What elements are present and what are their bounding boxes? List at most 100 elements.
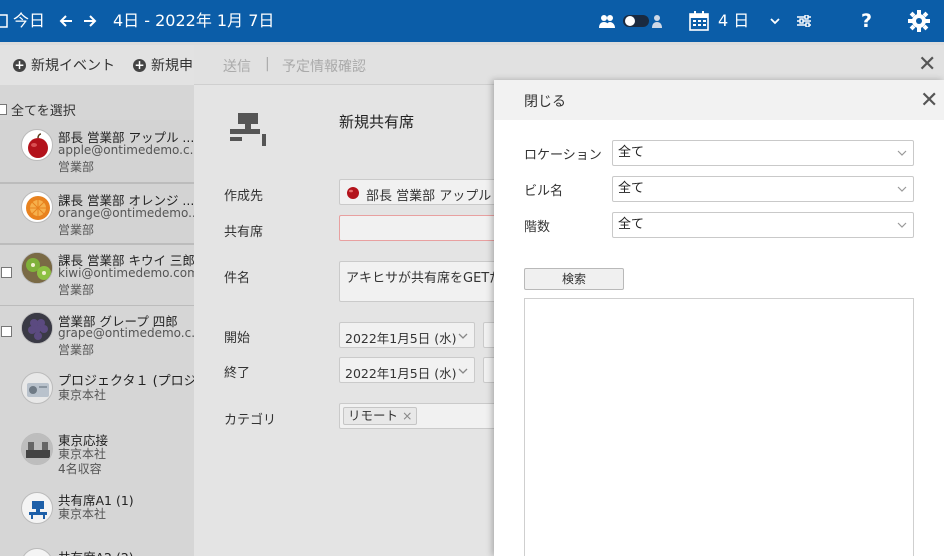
view-toggle-switch[interactable] <box>621 0 651 42</box>
checkbox[interactable] <box>1 267 12 278</box>
resource-email: orange@ontimedemo... <box>58 206 200 220</box>
category-label: カテゴリ <box>224 413 277 428</box>
shared-desk-avatar-icon <box>21 548 53 556</box>
end-date-select[interactable]: 2022年1月5日 (水) <box>339 357 475 383</box>
top-bar: 今日 4日 - 2022年 1月 7日 4 日 ? <box>0 0 944 42</box>
checkbox[interactable] <box>0 104 7 115</box>
subject-label: 件名 <box>224 271 251 286</box>
resource-location: 東京本社 <box>58 388 107 402</box>
confirm-info-button[interactable]: 予定情報確認 <box>282 56 366 76</box>
resource-dept: 営業部 <box>58 283 95 297</box>
close-panel-link[interactable]: 閉じる <box>524 91 566 111</box>
meeting-room-avatar-icon <box>21 433 53 465</box>
next-arrow-icon[interactable] <box>80 0 100 42</box>
gear-icon[interactable] <box>906 0 932 42</box>
location-label: ロケーション <box>524 148 602 163</box>
projector-avatar-icon <box>21 372 53 404</box>
category-tag: リモート × <box>343 407 418 425</box>
chevron-down-icon <box>897 141 907 174</box>
left-toolbar: + 新規イベント + 新規申 <box>0 45 200 85</box>
form-title: 新規共有席 <box>339 113 415 131</box>
search-results-list <box>524 298 914 556</box>
list-item[interactable]: 共有席A1 (1) 東京本社 <box>0 484 200 540</box>
date-range-title: 4日 - 2022年 1月 7日 <box>113 11 275 30</box>
start-date-value: 2022年1月5日 (水) <box>345 331 457 346</box>
new-request-label: 新規申 <box>151 58 193 74</box>
resource-email: apple@ontimedemo.c... <box>58 143 202 157</box>
tag-remove-icon[interactable]: × <box>402 408 412 423</box>
plus-icon: + <box>13 57 26 72</box>
single-person-icon <box>651 0 663 42</box>
list-item[interactable]: 東京応接 東京本社 4名収容 <box>0 422 200 484</box>
shared-desk-icon <box>228 113 270 153</box>
select-all-checkbox[interactable]: 全てを選択 <box>0 100 76 119</box>
start-date-select[interactable]: 2022年1月5日 (水) <box>339 322 475 348</box>
created-for-value: 部長 営業部 アップル <box>366 189 492 204</box>
send-button[interactable]: 送信 <box>223 56 251 76</box>
search-button[interactable]: 検索 <box>524 268 624 290</box>
chevron-down-icon <box>897 177 907 210</box>
grape-avatar-icon <box>21 312 53 344</box>
start-label: 開始 <box>224 331 251 346</box>
seat-search-panel: 閉じる ✕ ロケーション 全て ビル名 全て 階数 全て 検索 <box>494 80 944 556</box>
resource-capacity: 4名収容 <box>58 462 102 476</box>
close-icon[interactable]: ✕ <box>920 90 938 112</box>
chevron-down-icon <box>897 213 907 246</box>
resource-email: grape@ontimedemo.c... <box>58 326 203 340</box>
floor-label: 階数 <box>524 220 551 235</box>
list-item[interactable]: プロジェクタ１ (プロジ... 東京本社 <box>0 362 209 422</box>
chevron-down-icon[interactable] <box>768 0 782 42</box>
list-item[interactable]: 課長 営業部 オレンジ ... orange@ontimedemo... 営業部 <box>0 184 200 244</box>
resource-dept: 営業部 <box>58 160 95 174</box>
category-tag-label: リモート <box>348 408 399 423</box>
subject-value: アキヒサが共有席をGETだぜ <box>346 271 516 286</box>
end-date-value: 2022年1月5日 (水) <box>345 366 457 381</box>
chevron-down-icon <box>458 329 468 344</box>
close-icon[interactable]: ✕ <box>918 54 936 76</box>
list-item[interactable]: 共有席A2 (2) <box>0 540 200 556</box>
today-button[interactable]: 今日 <box>13 0 45 42</box>
floor-value: 全て <box>618 217 645 232</box>
orange-avatar-icon <box>21 191 53 223</box>
help-button[interactable]: ? <box>861 0 872 42</box>
select-all-label: 全てを選択 <box>11 104 76 119</box>
apple-avatar-icon <box>21 129 53 161</box>
floor-select[interactable]: 全て <box>612 212 914 238</box>
end-label: 終了 <box>224 366 251 381</box>
calendar-grid-icon[interactable] <box>688 0 710 42</box>
resource-dept: 営業部 <box>58 343 95 357</box>
location-value: 全て <box>618 145 645 160</box>
plus-icon: + <box>133 57 146 72</box>
building-select[interactable]: 全て <box>612 176 914 202</box>
new-event-label: 新規イベント <box>31 58 115 74</box>
chevron-down-icon <box>458 364 468 379</box>
resource-name: 共有席A2 (2) <box>58 547 134 556</box>
calendar-icon[interactable] <box>0 0 8 42</box>
search-panel-header: 閉じる ✕ <box>494 80 944 120</box>
form-header: 送信 | 予定情報確認 ✕ <box>194 45 944 85</box>
kiwi-avatar-icon <box>21 252 53 284</box>
list-item[interactable]: 部長 営業部 アップル ... apple@ontimedemo.c... 営業… <box>0 120 202 182</box>
resource-dept: 営業部 <box>58 223 95 237</box>
building-value: 全て <box>618 181 645 196</box>
header-separator: | <box>265 56 270 72</box>
new-event-button[interactable]: + 新規イベント <box>13 55 115 75</box>
apple-avatar-icon <box>345 184 361 204</box>
group-people-icon <box>598 0 616 42</box>
list-item[interactable]: 課長 営業部 キウイ 三郎 kiwi@ontimedemo.com 営業部 <box>0 245 200 305</box>
building-label: ビル名 <box>524 184 564 199</box>
filter-sliders-icon[interactable] <box>795 0 813 42</box>
prev-arrow-icon[interactable] <box>56 0 76 42</box>
new-request-button[interactable]: + 新規申 <box>133 55 193 75</box>
subject-field[interactable]: アキヒサが共有席をGETだぜ <box>339 261 515 302</box>
days-view-label[interactable]: 4 日 <box>718 0 749 42</box>
resource-location: 東京本社 <box>58 507 107 521</box>
category-field[interactable]: リモート × <box>339 403 499 429</box>
list-item[interactable]: 営業部 グレープ 四郎 grape@ontimedemo.c... 営業部 <box>0 306 203 362</box>
created-for-field[interactable]: 部長 営業部 アップル <box>339 179 499 205</box>
shared-seat-field[interactable] <box>339 215 499 241</box>
resource-email: kiwi@ontimedemo.com <box>58 266 199 280</box>
location-select[interactable]: 全て <box>612 140 914 166</box>
created-for-label: 作成先 <box>224 189 264 204</box>
checkbox[interactable] <box>1 326 12 337</box>
